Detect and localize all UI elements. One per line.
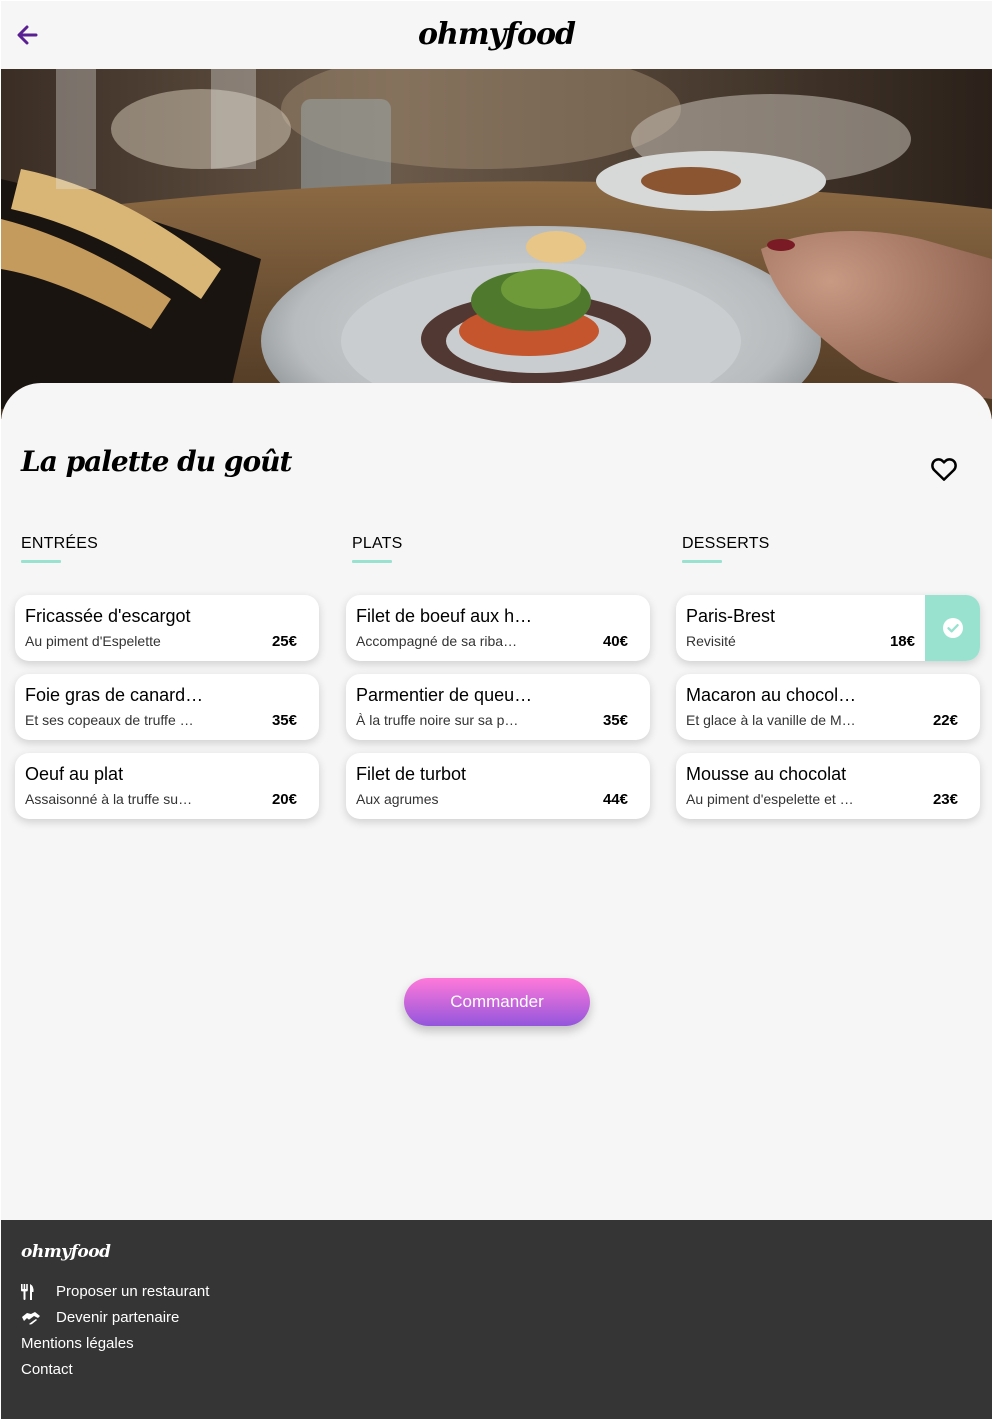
column-underline <box>682 560 722 563</box>
footer-link-become-partner[interactable]: Devenir partenaire <box>21 1309 179 1326</box>
dish-card-selected[interactable]: Paris-Brest Revisité 18€ <box>676 595 980 661</box>
dish-name: Paris-Brest <box>686 606 776 626</box>
dish-card[interactable]: Fricassée d'escargot Au piment d'Espelet… <box>15 595 319 661</box>
utensils-icon <box>21 1283 45 1300</box>
dish-card[interactable]: Filet de turbot Aux agrumes 44€ <box>346 753 650 819</box>
menu-column-entrees: ENTRÉES Fricassée d'escargot Au piment d… <box>15 535 319 819</box>
dish-description: Au piment d'espelette et à … <box>686 791 856 807</box>
dish-card[interactable]: Mousse au chocolat Au piment d'espelette… <box>676 753 980 819</box>
order-button[interactable]: Commander <box>404 978 590 1026</box>
dish-card[interactable]: Oeuf au plat Assaisonné à la truffe sur … <box>15 753 319 819</box>
dish-name: Macaron au chocol… <box>686 685 857 705</box>
dish-price: 35€ <box>271 712 297 729</box>
footer-link-legal[interactable]: Mentions légales <box>21 1335 134 1352</box>
page: ohmyfood La palette du goût ENTRÉES Fric… <box>1 1 992 1419</box>
favorite-button[interactable] <box>929 454 959 484</box>
dish-card[interactable]: Foie gras de canard… Et ses copeaux de t… <box>15 674 319 740</box>
dish-name: Parmentier de queu… <box>356 685 533 705</box>
dish-card[interactable]: Filet de boeuf aux h… Accompagné de sa r… <box>346 595 650 661</box>
selected-indicator <box>925 595 980 661</box>
dish-price: 20€ <box>271 791 297 808</box>
dish-name: Foie gras de canard… <box>25 685 204 705</box>
footer-link-label: Devenir partenaire <box>56 1309 180 1326</box>
dish-card[interactable]: Macaron au chocol… Et glace à la vanille… <box>676 674 980 740</box>
column-title: DESSERTS <box>682 535 770 552</box>
footer-link-label: Proposer un restaurant <box>56 1283 210 1300</box>
top-header: ohmyfood <box>1 1 992 69</box>
column-underline <box>21 560 61 563</box>
footer: ohmyfood Proposer un restaurant Devenir … <box>1 1220 992 1419</box>
footer-link-contact[interactable]: Contact <box>21 1361 73 1378</box>
dish-name: Filet de boeuf aux h… <box>356 606 533 626</box>
dish-description: Et glace à la vanille de Ma… <box>686 712 856 728</box>
dish-price: 23€ <box>932 791 958 808</box>
dish-price: 22€ <box>932 712 958 729</box>
handshake-icon <box>21 1311 45 1325</box>
restaurant-title: La palette du goût <box>21 445 292 478</box>
dish-price: 25€ <box>271 633 297 650</box>
dish-price: 18€ <box>889 633 915 650</box>
dish-description: Assaisonné à la truffe sur l… <box>25 791 195 807</box>
dish-price: 44€ <box>602 791 628 808</box>
hero-illustration <box>1 69 992 419</box>
footer-link-propose-restaurant[interactable]: Proposer un restaurant <box>21 1283 209 1300</box>
menu-column-plats: PLATS Filet de boeuf aux h… Accompagné d… <box>346 535 650 819</box>
column-title: ENTRÉES <box>21 535 98 552</box>
check-circle-icon <box>942 618 963 638</box>
footer-link-label: Mentions légales <box>21 1335 134 1352</box>
column-title: PLATS <box>352 535 403 552</box>
restaurant-panel: La palette du goût ENTRÉES Fricassée d'e… <box>1 383 992 1218</box>
footer-link-label: Contact <box>21 1361 73 1378</box>
menu-column-desserts: DESSERTS Paris-Brest Revisité 18€ Macaro… <box>676 535 980 819</box>
footer-brand-logo[interactable]: ohmyfood <box>21 1242 111 1262</box>
column-underline <box>352 560 392 563</box>
dish-name: Oeuf au plat <box>25 764 124 784</box>
dish-card[interactable]: Parmentier de queu… À la truffe noire su… <box>346 674 650 740</box>
dish-description: À la truffe noire sur sa pur… <box>356 712 526 728</box>
dish-name: Mousse au chocolat <box>686 764 847 784</box>
dish-description: Accompagné de sa ribam… <box>356 633 526 649</box>
dish-price: 40€ <box>602 633 628 650</box>
dish-price: 35€ <box>602 712 628 729</box>
dish-description: Et ses copeaux de truffe n… <box>25 712 195 728</box>
dish-name: Fricassée d'escargot <box>25 606 191 626</box>
dish-description: Au piment d'Espelette <box>25 633 161 649</box>
dish-description: Aux agrumes <box>356 791 439 807</box>
dish-description: Revisité <box>686 633 736 649</box>
heart-outline-icon <box>931 458 957 481</box>
brand-logo[interactable]: ohmyfood <box>1 17 992 52</box>
hero-image <box>1 69 992 419</box>
dish-name: Filet de turbot <box>356 764 467 784</box>
